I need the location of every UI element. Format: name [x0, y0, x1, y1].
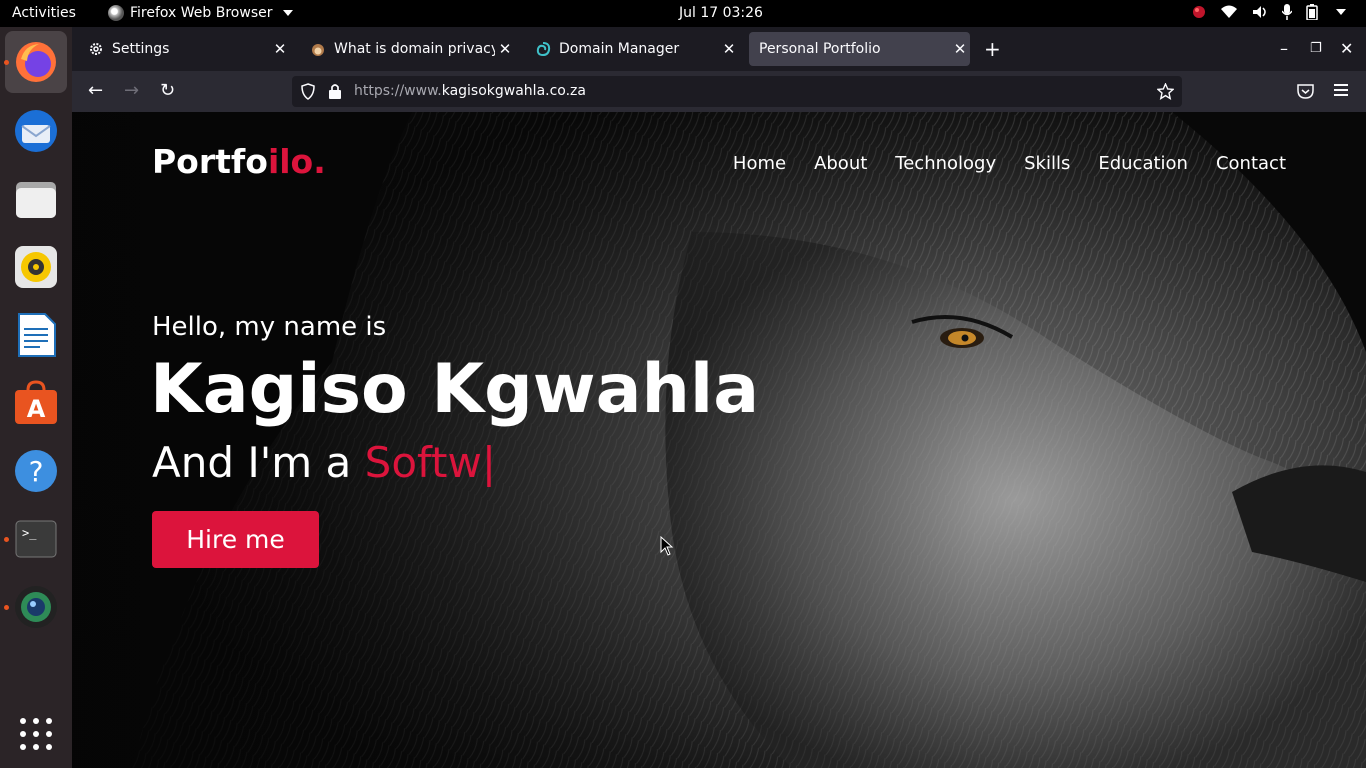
nav-education[interactable]: Education — [1098, 153, 1188, 174]
wifi-icon — [1221, 5, 1237, 18]
gear-icon — [90, 43, 102, 55]
hedgehog-icon — [312, 44, 324, 56]
activities-button[interactable]: Activities — [12, 5, 76, 21]
tab-domain-privacy[interactable]: What is domain privacy and ✕ — [300, 32, 515, 66]
navigation-bar: ← → ↻ https://www.kagisokgwahla.co.za — [72, 71, 1366, 112]
hire-me-button[interactable]: Hire me — [152, 511, 319, 568]
logo-main: Portfo — [152, 142, 268, 181]
libreoffice-writer-icon — [18, 313, 56, 357]
role-prefix: And I'm a — [152, 438, 365, 487]
forward-button[interactable]: → — [124, 80, 139, 101]
swirl-icon — [536, 42, 551, 57]
tab-domain-manager[interactable]: Domain Manager ✕ — [525, 32, 739, 66]
show-applications-button[interactable] — [13, 711, 59, 757]
close-tab-icon[interactable]: ✕ — [270, 40, 290, 58]
close-tab-icon[interactable]: ✕ — [495, 40, 515, 58]
running-indicator — [4, 605, 9, 610]
close-window-button[interactable]: ✕ — [1340, 39, 1353, 58]
running-indicator — [4, 60, 9, 65]
caret-down-icon — [282, 10, 293, 16]
hamburger-menu-icon[interactable] — [1334, 84, 1348, 97]
close-tab-icon[interactable]: ✕ — [950, 40, 970, 58]
svg-text:>_: >_ — [22, 526, 37, 540]
bookmark-star-icon[interactable] — [1157, 83, 1174, 100]
close-tab-icon[interactable]: ✕ — [719, 40, 739, 58]
tab-settings[interactable]: Settings ✕ — [78, 32, 290, 66]
dock-rhythmbox[interactable] — [13, 244, 59, 290]
web-page: Portfoilo. Home About Technology Skills … — [72, 112, 1366, 768]
rhythmbox-icon — [15, 246, 57, 288]
pocket-icon[interactable] — [1297, 83, 1314, 99]
back-button[interactable]: ← — [88, 80, 103, 101]
nav-skills[interactable]: Skills — [1024, 153, 1070, 174]
dock-software[interactable]: A — [13, 380, 59, 426]
hero-greeting: Hello, my name is — [152, 312, 387, 342]
shield-icon — [301, 83, 315, 100]
svg-text:?: ? — [29, 455, 44, 488]
site-nav: Home About Technology Skills Education C… — [733, 153, 1286, 174]
minimize-button[interactable]: – — [1280, 39, 1288, 58]
terminal-icon: >_ — [15, 520, 57, 558]
nav-technology[interactable]: Technology — [895, 153, 996, 174]
dock-help[interactable]: ? — [13, 448, 59, 494]
url-bar[interactable]: https://www.kagisokgwahla.co.za — [292, 76, 1182, 107]
app-menu-label: Firefox Web Browser — [130, 5, 273, 21]
dock-files[interactable] — [13, 176, 59, 222]
dock: A ? >_ — [0, 27, 72, 768]
tray-caret-icon — [1336, 9, 1346, 15]
mouse-pointer-icon — [660, 536, 674, 556]
reload-button[interactable]: ↻ — [160, 80, 175, 101]
microphone-icon — [1282, 4, 1292, 20]
tab-title: Personal Portfolio — [759, 41, 881, 57]
hero-role: And I'm a Softw| — [152, 438, 496, 487]
role-typed: Softw| — [364, 438, 497, 487]
thunderbird-icon — [15, 110, 57, 152]
tab-title: Domain Manager — [559, 41, 680, 57]
files-icon — [16, 182, 56, 218]
ubuntu-software-icon: A — [15, 380, 57, 424]
tab-personal-portfolio[interactable]: Personal Portfolio ✕ — [749, 32, 970, 66]
nav-about[interactable]: About — [814, 153, 867, 174]
nav-home[interactable]: Home — [733, 153, 786, 174]
app-menu[interactable]: Firefox Web Browser — [108, 5, 293, 21]
firefox-icon — [16, 42, 56, 82]
app-grid-icon — [20, 718, 52, 750]
url-text: https://www.kagisokgwahla.co.za — [354, 83, 586, 99]
dock-terminal[interactable]: >_ — [13, 516, 59, 562]
battery-icon — [1306, 4, 1318, 20]
hero-name: Kagiso Kgwahla — [150, 350, 760, 429]
new-tab-button[interactable]: + — [984, 37, 1001, 61]
system-tray[interactable] — [1192, 4, 1346, 20]
system-top-bar: Activities Firefox Web Browser Jul 17 03… — [0, 0, 1366, 27]
restore-button[interactable]: ❐ — [1310, 41, 1322, 56]
dock-camera[interactable] — [13, 584, 59, 630]
dock-thunderbird[interactable] — [13, 108, 59, 154]
dock-firefox[interactable] — [5, 31, 67, 93]
site-logo[interactable]: Portfoilo. — [152, 142, 326, 181]
volume-icon — [1253, 6, 1266, 18]
tab-title: Settings — [112, 41, 170, 57]
url-prefix: https://www. — [354, 83, 442, 99]
camera-icon — [15, 586, 57, 628]
running-indicator — [4, 537, 9, 542]
dock-writer[interactable] — [13, 312, 59, 358]
tab-bar: Settings ✕ What is domain privacy and ✕ … — [72, 27, 1366, 71]
url-domain: kagisokgwahla.co.za — [441, 83, 586, 99]
nav-contact[interactable]: Contact — [1216, 153, 1286, 174]
firefox-small-icon — [108, 5, 124, 21]
tab-title: What is domain privacy and — [334, 41, 495, 57]
clock[interactable]: Jul 17 03:26 — [679, 5, 763, 21]
help-icon: ? — [15, 450, 57, 492]
logo-accent: ilo. — [267, 142, 326, 181]
lock-icon — [329, 84, 341, 99]
record-indicator-icon — [1193, 6, 1205, 18]
svg-text:A: A — [27, 395, 46, 423]
